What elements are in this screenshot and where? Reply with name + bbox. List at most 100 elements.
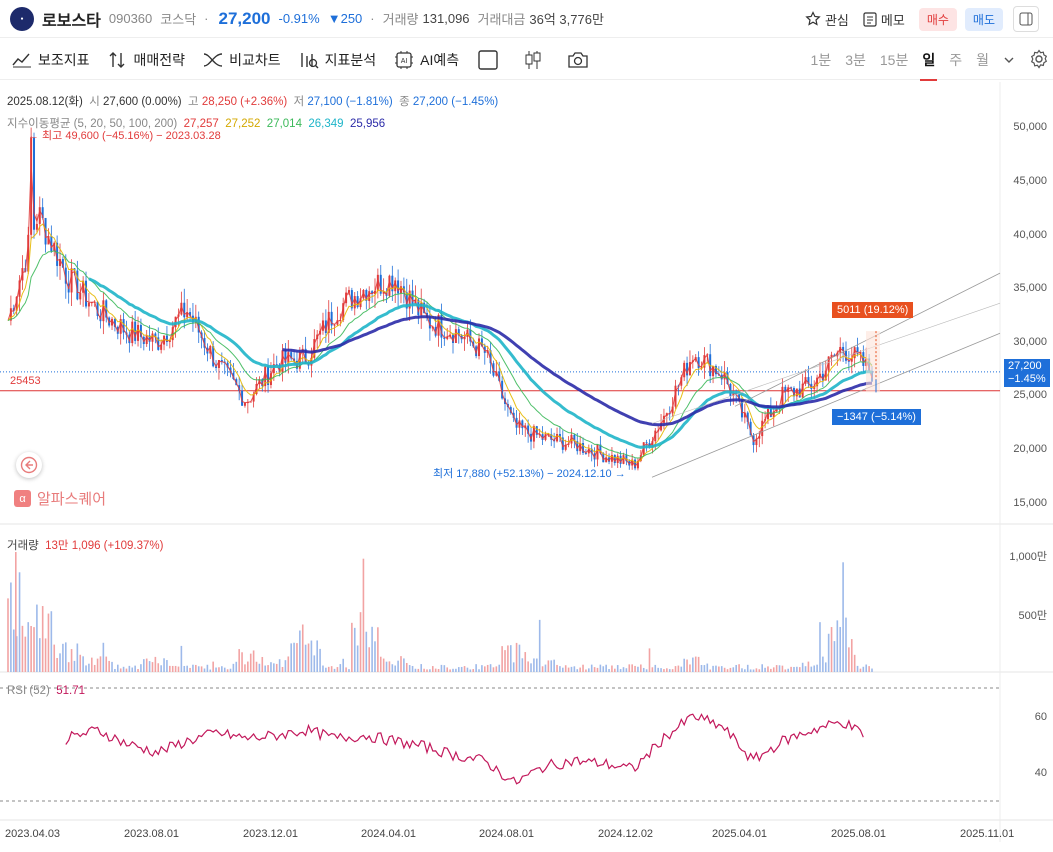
- volume-bar: [307, 643, 310, 672]
- volume-bar: [796, 666, 798, 672]
- volume-bar: [322, 665, 324, 672]
- volume-bar: [680, 666, 683, 672]
- volume-bar: [761, 664, 763, 672]
- volume-bar: [501, 646, 503, 672]
- volume-bar: [284, 660, 287, 672]
- volume-bar: [209, 669, 212, 672]
- volume-bar: [801, 662, 804, 672]
- volume-bar: [102, 642, 105, 672]
- range-down-tag: −1347 (−5.14%): [832, 409, 921, 425]
- volume-bars: [7, 552, 873, 672]
- volume-bar: [426, 669, 428, 672]
- go-back-button[interactable]: [16, 452, 42, 478]
- volume-bar: [134, 665, 136, 672]
- volume-bar: [764, 667, 766, 672]
- volume-bar: [463, 666, 466, 672]
- stock-header: ● 로보스타 090360 코스닥 · 27,200 -0.91% ▼250 ·…: [0, 0, 1053, 38]
- tf-3min[interactable]: 3분: [845, 50, 866, 70]
- volume-bar: [469, 669, 472, 672]
- volume-bar: [651, 667, 654, 672]
- all-time-high-note: ← 최고 49,600 (−45.16%) − 2023.03.28: [28, 130, 221, 142]
- tool-analysis[interactable]: 지표분석: [299, 50, 376, 70]
- tf-15min[interactable]: 15분: [880, 50, 908, 70]
- tf-month[interactable]: 월: [976, 50, 989, 70]
- volume-bar: [564, 665, 567, 672]
- volume-bar: [434, 668, 437, 672]
- volume-bar: [270, 662, 272, 672]
- draw-box-tool[interactable]: [477, 49, 505, 71]
- volume-bar: [668, 669, 671, 672]
- candle-body: [183, 302, 186, 318]
- volume-bar: [371, 626, 373, 672]
- volume-bar: [365, 631, 368, 672]
- volume-bar: [622, 667, 625, 672]
- chart-settings-button[interactable]: [1029, 48, 1049, 72]
- volume-bar: [683, 658, 685, 672]
- volume-bar: [88, 663, 90, 672]
- volume-bar: [538, 619, 541, 672]
- volume-bar: [466, 667, 469, 672]
- tf-day[interactable]: 일: [920, 50, 938, 81]
- volume-bar: [379, 656, 382, 672]
- volume-bar: [715, 665, 717, 672]
- buy-button[interactable]: 매수: [918, 7, 957, 31]
- volume-bar: [408, 665, 411, 672]
- volume-bar: [449, 669, 451, 672]
- tool-strategy[interactable]: 매매전략: [108, 50, 185, 70]
- volume-bar: [498, 664, 501, 672]
- screenshot-tool[interactable]: [567, 51, 595, 69]
- volume-bar: [527, 661, 529, 672]
- volume-bar: [562, 667, 564, 672]
- alpha-logo-icon: α: [14, 490, 31, 507]
- volume-bar: [252, 650, 255, 672]
- analysis-icon: [300, 52, 319, 68]
- volume-bar: [446, 667, 449, 672]
- volume-bar: [385, 661, 388, 672]
- tool-indicators[interactable]: 보조지표: [12, 50, 90, 70]
- range-box: [866, 331, 880, 393]
- volume-bar: [732, 667, 735, 672]
- tf-week[interactable]: 주: [949, 50, 962, 70]
- volume-bar: [518, 644, 521, 672]
- volume-bar: [85, 665, 87, 672]
- volume-bar: [304, 644, 307, 672]
- date-tick: 2025.08.01: [831, 828, 887, 840]
- tf-1min[interactable]: 1분: [811, 50, 832, 70]
- volume-bar: [293, 642, 295, 672]
- volume-bar: [588, 668, 590, 672]
- memo-button[interactable]: 메모: [863, 10, 905, 29]
- volume-bar: [261, 656, 264, 672]
- volume-bar: [556, 664, 558, 672]
- volume-bar: [163, 658, 165, 672]
- volume-bar: [709, 669, 711, 672]
- tool-ai-predict[interactable]: AI AI예측: [394, 50, 459, 70]
- tf-dropdown[interactable]: [1003, 52, 1015, 68]
- volume-bar: [625, 668, 628, 672]
- layout-toggle-button[interactable]: [1013, 6, 1039, 32]
- volume-bar: [90, 657, 93, 672]
- volume-bar: [47, 613, 50, 672]
- tool-compare[interactable]: 비교차트: [203, 50, 281, 70]
- volume-bar: [255, 661, 258, 672]
- chevron-down-icon: [1004, 57, 1014, 63]
- volume-bar: [654, 664, 657, 672]
- volume-bar: [645, 669, 648, 672]
- candle-type-tool[interactable]: [523, 49, 549, 71]
- volume-bar: [845, 617, 847, 672]
- current-price: 27,200: [218, 8, 271, 28]
- sell-button[interactable]: 매도: [964, 7, 1003, 31]
- volume-bar: [744, 669, 746, 672]
- volume-bar: [616, 665, 619, 672]
- volume-bar: [816, 664, 818, 672]
- volume-bar: [287, 656, 290, 672]
- volume-bar: [145, 658, 148, 672]
- watch-button[interactable]: 관심: [805, 10, 849, 29]
- volume-bar: [544, 664, 547, 672]
- volume-bar: [718, 666, 720, 672]
- volume-bar: [559, 666, 561, 672]
- volume-bar: [203, 668, 206, 672]
- volume-bar: [140, 664, 142, 672]
- volume-bar: [582, 664, 584, 672]
- sort-arrows-icon: [109, 51, 125, 68]
- volume-bar: [850, 639, 853, 672]
